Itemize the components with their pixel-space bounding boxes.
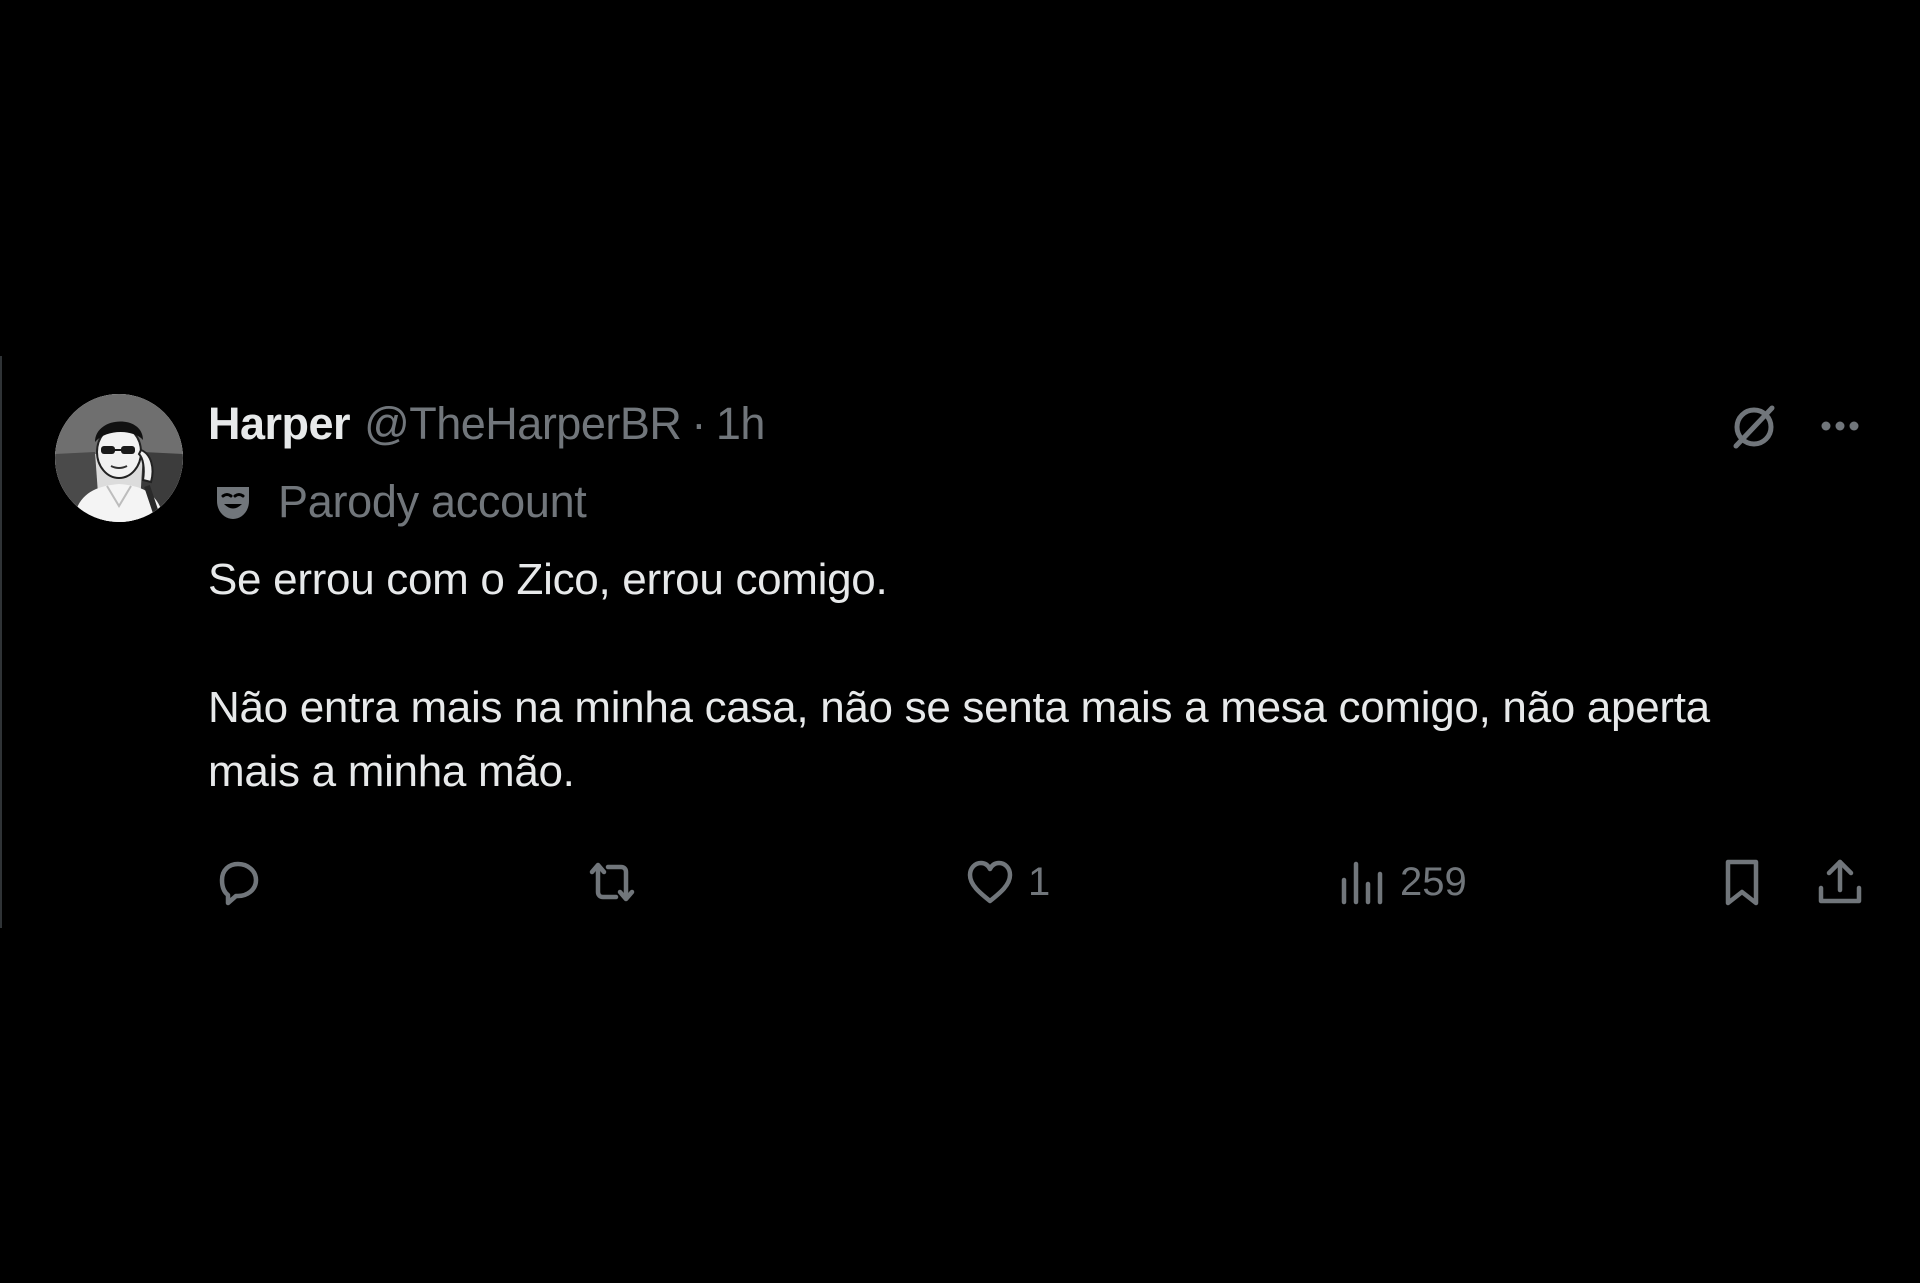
avatar-image <box>55 394 183 522</box>
like-count: 1 <box>1028 859 1051 904</box>
views-button[interactable]: 259 <box>1334 842 1467 922</box>
header-separator: · <box>691 398 706 449</box>
tweet-text: Se errou com o Zico, errou comigo. Não e… <box>208 548 1768 804</box>
avatar[interactable] <box>55 394 183 522</box>
parody-account-text: Parody account <box>278 476 587 527</box>
page: Harper @TheHarperBR · 1h Parody account <box>0 0 1920 1283</box>
share-button[interactable] <box>1812 842 1868 922</box>
tweet[interactable]: Harper @TheHarperBR · 1h Parody account <box>0 356 1920 928</box>
share-icon <box>1818 859 1862 904</box>
more-options-button[interactable] <box>1812 398 1868 454</box>
reply-button[interactable] <box>210 842 276 922</box>
views-count: 259 <box>1400 859 1467 904</box>
repost-button[interactable] <box>584 842 650 922</box>
bookmark-icon <box>1725 859 1759 906</box>
tweet-timestamp[interactable]: 1h <box>716 398 766 450</box>
repost-icon <box>589 862 635 902</box>
bookmark-button[interactable] <box>1714 842 1770 922</box>
display-name[interactable]: Harper <box>208 398 351 450</box>
reply-icon <box>219 861 259 906</box>
more-icon <box>1821 421 1859 431</box>
tweet-actions: 1 259 <box>0 842 1920 922</box>
tweet-paragraph: Se errou com o Zico, errou comigo. <box>208 555 888 604</box>
user-handle[interactable]: @TheHarperBR <box>364 398 682 450</box>
tweet-header: Harper @TheHarperBR · 1h <box>208 394 765 454</box>
like-button[interactable]: 1 <box>962 842 1050 922</box>
views-icon <box>1341 861 1383 905</box>
heart-icon <box>967 860 1013 904</box>
theater-mask-icon <box>217 487 249 519</box>
grok-button[interactable] <box>1726 398 1782 454</box>
grok-icon <box>1733 405 1775 449</box>
parody-label: Parody account <box>212 474 587 530</box>
tweet-paragraph: Não entra mais na minha casa, não se sen… <box>208 683 1710 796</box>
